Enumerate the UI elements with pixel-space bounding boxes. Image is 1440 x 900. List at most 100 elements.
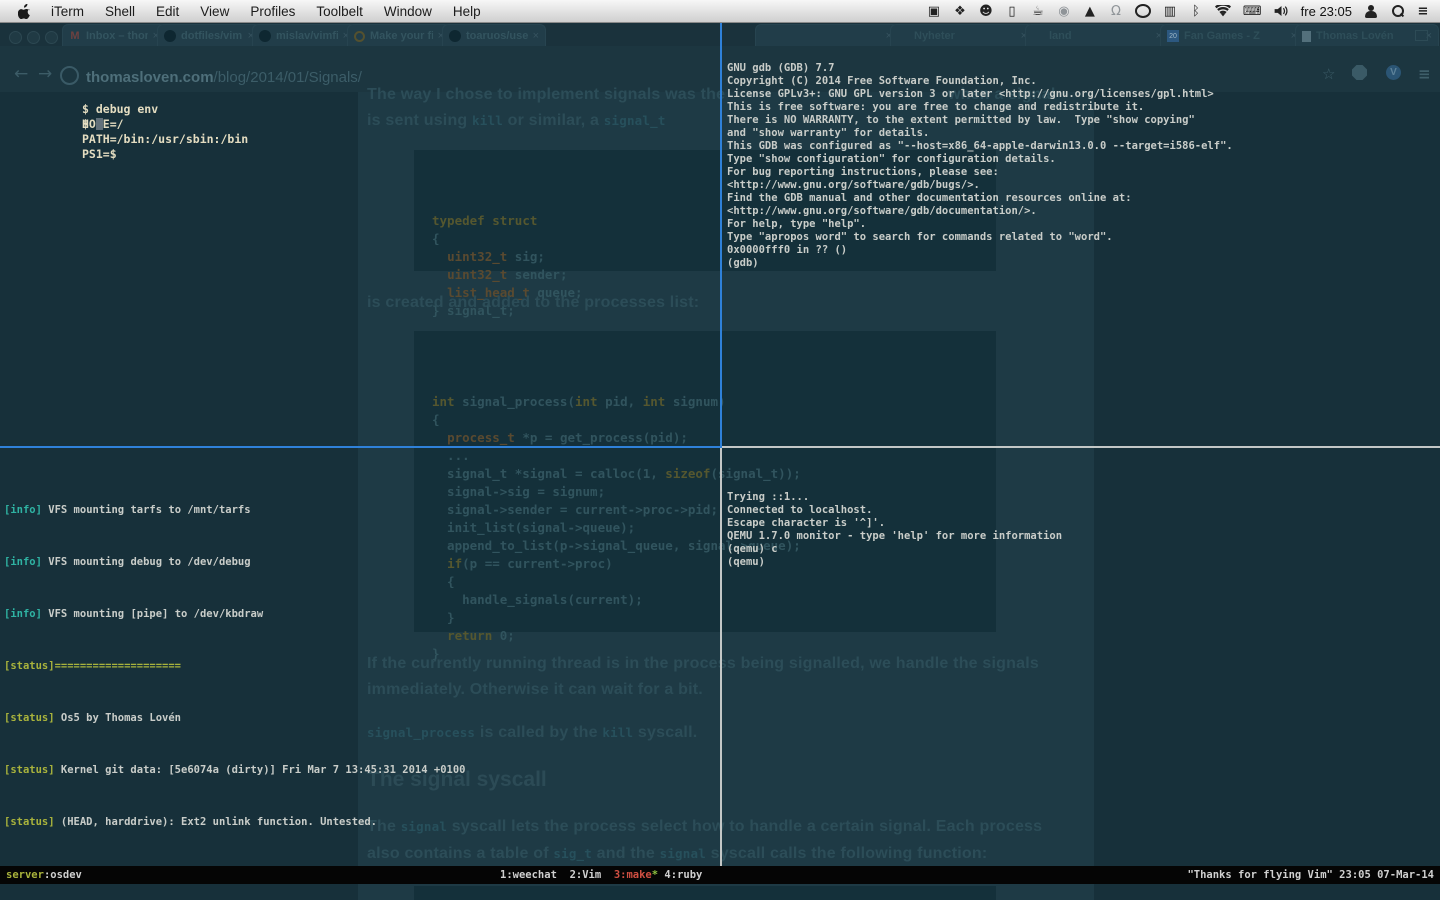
window-3-active[interactable]: 3:make [614, 869, 652, 881]
terminal-line: GNU gdb (GDB) 7.7 [727, 62, 835, 74]
tab-favicon [164, 30, 176, 42]
terminal-line: Copyright (C) 2014 Free Software Foundat… [727, 75, 1037, 87]
blog-paragraph: The way I chose to implement signals was… [367, 86, 726, 103]
log-line: [status]==================== [4, 660, 465, 673]
window-2[interactable]: 2:Vim [570, 869, 602, 881]
spotlight-search-icon[interactable] [1390, 4, 1404, 18]
blog-paragraph: The signal syscall lets the process sele… [367, 818, 1043, 835]
terminal-line: $ debug env [82, 102, 159, 116]
terminal-line: Type "apropos word" to search for comman… [727, 231, 1113, 243]
gdb-pane[interactable]: GNU gdb (GDB) 7.7 Copyright (C) 2014 Free… [727, 23, 1233, 270]
terminal-line: Escape character is '^]'. [727, 517, 886, 529]
menu-items: iTerm Shell Edit View Profiles Toolbelt Window… [51, 4, 481, 19]
qemu-pane[interactable]: Trying ::1... Connected to localhost. Esca… [727, 452, 1062, 569]
code-line: } [432, 610, 455, 625]
menu-item[interactable]: Edit [156, 4, 179, 19]
log-tag: [status] [4, 764, 55, 776]
wifi-icon[interactable] [1214, 5, 1231, 17]
log-line: [status] Kernel git data: [5e6074a (dirt… [4, 764, 465, 777]
terminal-cursor [95, 118, 103, 130]
browser-tab[interactable]: dotfiles/vim a × [157, 24, 261, 47]
blog-paragraph: is sent using kill or similar, a signal_… [367, 112, 666, 129]
pane-divider-horizontal-active[interactable] [0, 446, 722, 448]
blog-code-block [414, 886, 996, 900]
log-text: VFS mounting [pipe] to /dev/kbdraw [41, 608, 264, 620]
tab-label: dotfiles/vim a [181, 30, 243, 42]
notification-center-icon[interactable]: ≡ [1416, 4, 1430, 19]
window-1[interactable]: 1:weechat [500, 869, 557, 881]
log-text: VFS mounting tarfs to /mnt/tarfs [41, 504, 251, 516]
input-keyboard-icon[interactable]: ⌨ [1243, 4, 1262, 19]
bluetooth-icon[interactable]: ᛒ [1189, 4, 1203, 19]
window-manager-icon[interactable]: ▣ [927, 4, 941, 19]
adblock-icon[interactable] [1352, 65, 1367, 80]
bookmark-star-icon[interactable]: ☆ [1322, 65, 1335, 83]
blog-paragraph: is created and added to the processes li… [367, 294, 700, 311]
browser-tab[interactable]: Make your firs × [347, 24, 451, 47]
tmux-status-bar: server:osdev 1:weechat 2:Vim 3:make* 4:r… [0, 866, 1440, 884]
log-text: Kernel git data: [5e6074a (dirty)] Fri M… [54, 764, 466, 776]
log-line: [info] VFS mounting debug to /dev/debug [4, 556, 465, 569]
menu-item[interactable]: Shell [105, 4, 135, 19]
volume-icon[interactable] [1274, 5, 1289, 17]
user-account-icon[interactable] [1364, 4, 1378, 18]
close-window-button[interactable] [9, 31, 22, 44]
shell-pane[interactable]: $ debug envHOME=/PATH=/bin:/usr/sbin:/bi… [82, 57, 248, 162]
log-text: Os5 by Thomas Lovén [54, 712, 182, 724]
tab-label: Make your firs [370, 30, 433, 42]
browser-tab[interactable]: mislav/vimfile × [252, 24, 356, 47]
pane-divider-vertical[interactable] [720, 448, 722, 866]
tab-favicon [1302, 30, 1311, 42]
display-icon[interactable]: ▯ [1005, 4, 1019, 19]
back-button[interactable]: ← [14, 64, 28, 84]
extension-v-icon[interactable]: V [1386, 65, 1401, 80]
pane-divider-horizontal[interactable] [722, 446, 1440, 448]
terminal-line: This is free software: you are free to c… [727, 101, 1145, 113]
terminal-line: 0x0000fff0 in ?? () [727, 244, 848, 256]
terminal-line: PATH=/bin:/usr/sbin:/bin [82, 132, 249, 146]
new-window-icon[interactable] [1415, 30, 1428, 41]
window-4[interactable]: 4:ruby [664, 869, 702, 881]
menu-item[interactable]: iTerm [51, 4, 84, 19]
menu-item[interactable]: Help [453, 4, 481, 19]
terminal-line: and "show warranty" for details. [727, 127, 930, 139]
messages-chat-icon[interactable] [1134, 4, 1151, 18]
face-app-icon[interactable]: ☻ [979, 4, 993, 19]
browser-tab[interactable]: M Inbox – thoma × [62, 24, 166, 47]
minimize-window-button[interactable] [27, 31, 40, 44]
menu-item[interactable]: Profiles [250, 4, 295, 19]
film-icon[interactable]: ◉ [1057, 4, 1071, 19]
menu-bar-clock[interactable]: fre 23:05 [1301, 4, 1352, 19]
log-tag: [info] [4, 608, 42, 620]
menu-item[interactable]: Toolbelt [316, 4, 363, 19]
screen: M Inbox – thoma × dotfiles/vim a × misla… [0, 0, 1440, 900]
active-window-star: * [651, 869, 659, 881]
menu-item[interactable]: View [200, 4, 229, 19]
menu-item[interactable]: Window [384, 4, 432, 19]
log-tag: [status] [4, 712, 55, 724]
tab-label: Inbox – thoma [86, 30, 148, 42]
browser-tab[interactable]: toaruos/users × [442, 24, 546, 47]
log-tag: [info] [4, 504, 42, 516]
battery-icon[interactable]: ▥ [1163, 4, 1177, 19]
code-line: typedef struct [432, 213, 538, 228]
dropbox-icon[interactable]: ❖ [953, 4, 967, 19]
reload-icon[interactable] [60, 66, 79, 85]
google-drive-icon[interactable]: ▲ [1083, 4, 1097, 19]
log-line: [status] (HEAD, harddrive): Ext2 unlink … [4, 816, 465, 829]
forward-button[interactable]: → [38, 64, 52, 84]
notifications-bell-icon[interactable]: Ω [1109, 4, 1123, 19]
zoom-window-button[interactable] [45, 31, 58, 44]
tab-close-icon[interactable]: × [533, 30, 539, 42]
log-text: VFS mounting debug to /dev/debug [41, 556, 251, 568]
coffee-caffeine-icon[interactable]: ☕ [1031, 4, 1045, 19]
pane-divider-vertical-active[interactable] [720, 22, 722, 446]
kernel-log-pane[interactable]: [info] VFS mounting tarfs to /mnt/tarfs … [4, 452, 465, 900]
tab-favicon [354, 30, 365, 42]
apple-menu-icon[interactable] [18, 3, 31, 19]
code-line: uint32_t sender; [447, 267, 568, 282]
browser-menu-icon[interactable]: ≡ [1418, 65, 1431, 83]
window-list: 1:weechat 2:Vim 3:make* 4:ruby [500, 866, 702, 884]
status-right-text: "Thanks for flying Vim" 23:05 07-Mar-14 [1187, 869, 1434, 881]
shell-prompt-line: $ [82, 117, 103, 132]
